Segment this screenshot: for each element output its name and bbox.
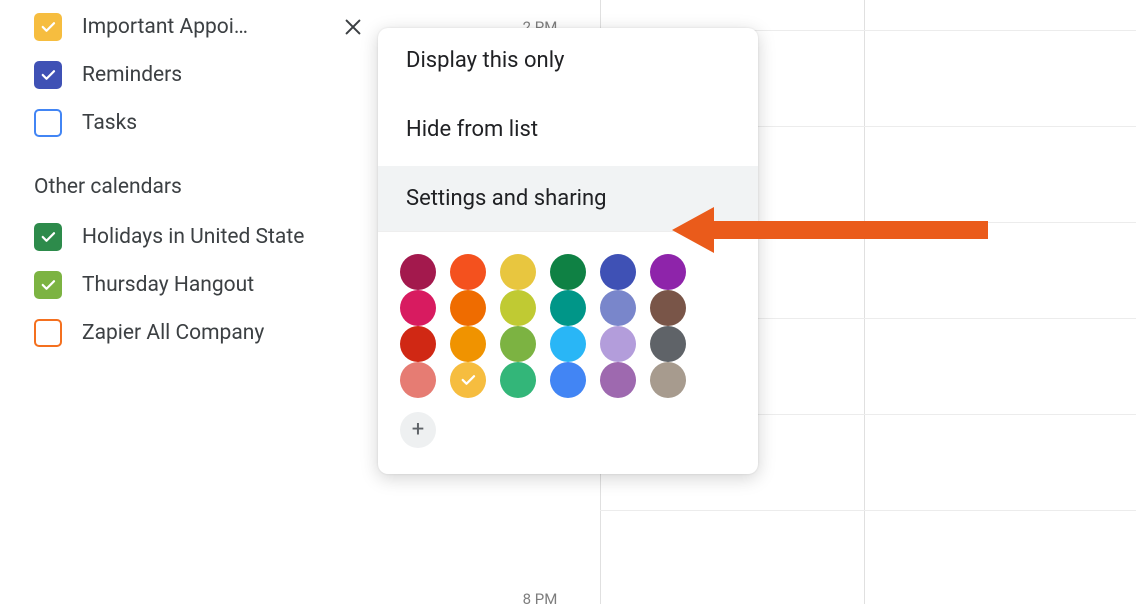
calendar-item-label: Tasks — [82, 111, 364, 135]
check-icon — [39, 228, 57, 246]
calendar-item-label: Holidays in United State — [82, 225, 364, 249]
calendar-item-label: Zapier All Company — [82, 321, 364, 345]
calendar-item[interactable]: Zapier All Company — [34, 309, 364, 357]
add-color-button[interactable]: + — [400, 412, 436, 448]
color-swatch[interactable] — [600, 254, 636, 290]
menu-item[interactable]: Hide from list — [378, 93, 758, 166]
calendar-item[interactable]: Tasks — [34, 99, 364, 147]
color-swatch[interactable] — [550, 254, 586, 290]
color-swatch[interactable] — [550, 326, 586, 362]
time-label: 8 PM — [510, 590, 570, 608]
checkbox-checked[interactable] — [34, 223, 62, 251]
calendar-item[interactable]: Thursday Hangout — [34, 261, 364, 309]
color-swatch[interactable] — [500, 254, 536, 290]
check-icon — [459, 371, 477, 389]
color-swatch[interactable] — [500, 290, 536, 326]
color-swatch[interactable] — [500, 362, 536, 398]
color-swatch[interactable] — [550, 362, 586, 398]
checkbox-unchecked[interactable] — [34, 319, 62, 347]
calendar-item[interactable]: Reminders — [34, 51, 364, 99]
color-swatch[interactable] — [400, 290, 436, 326]
checkbox-checked[interactable] — [34, 61, 62, 89]
calendar-item-label: Important Appoi… — [82, 15, 322, 39]
calendar-item-label: Reminders — [82, 63, 364, 87]
calendar-sidebar: Important Appoi… Reminders Tasks Other ca… — [34, 3, 364, 357]
color-swatch[interactable] — [550, 290, 586, 326]
checkbox-checked[interactable] — [34, 271, 62, 299]
check-icon — [39, 18, 57, 36]
color-swatch[interactable] — [450, 290, 486, 326]
color-swatch[interactable] — [450, 254, 486, 290]
plus-icon: + — [412, 419, 424, 441]
color-swatch[interactable] — [650, 362, 686, 398]
color-swatch[interactable] — [400, 362, 436, 398]
color-swatch[interactable] — [500, 326, 536, 362]
checkbox-checked[interactable] — [34, 13, 62, 41]
calendar-item[interactable]: Holidays in United State — [34, 213, 364, 261]
menu-item-label: Hide from list — [406, 117, 538, 142]
color-swatch[interactable] — [650, 326, 686, 362]
color-swatch[interactable] — [600, 290, 636, 326]
color-swatch[interactable] — [650, 254, 686, 290]
color-swatch[interactable] — [600, 326, 636, 362]
annotation-arrow — [672, 207, 988, 253]
menu-item-label: Settings and sharing — [406, 186, 607, 211]
color-swatch[interactable] — [450, 326, 486, 362]
color-swatch[interactable] — [400, 254, 436, 290]
close-icon[interactable] — [342, 16, 364, 38]
calendar-item[interactable]: Important Appoi… — [34, 3, 364, 51]
color-swatch[interactable] — [600, 362, 636, 398]
menu-item[interactable]: Display this only — [378, 28, 758, 93]
other-calendars-header: Other calendars — [34, 175, 364, 199]
color-swatch[interactable] — [450, 362, 486, 398]
color-swatch-grid: + — [378, 231, 758, 456]
checkbox-unchecked[interactable] — [34, 109, 62, 137]
calendar-item-label: Thursday Hangout — [82, 273, 364, 297]
check-icon — [39, 66, 57, 84]
color-swatch[interactable] — [650, 290, 686, 326]
menu-item-label: Display this only — [406, 48, 564, 73]
check-icon — [39, 276, 57, 294]
color-swatch[interactable] — [400, 326, 436, 362]
